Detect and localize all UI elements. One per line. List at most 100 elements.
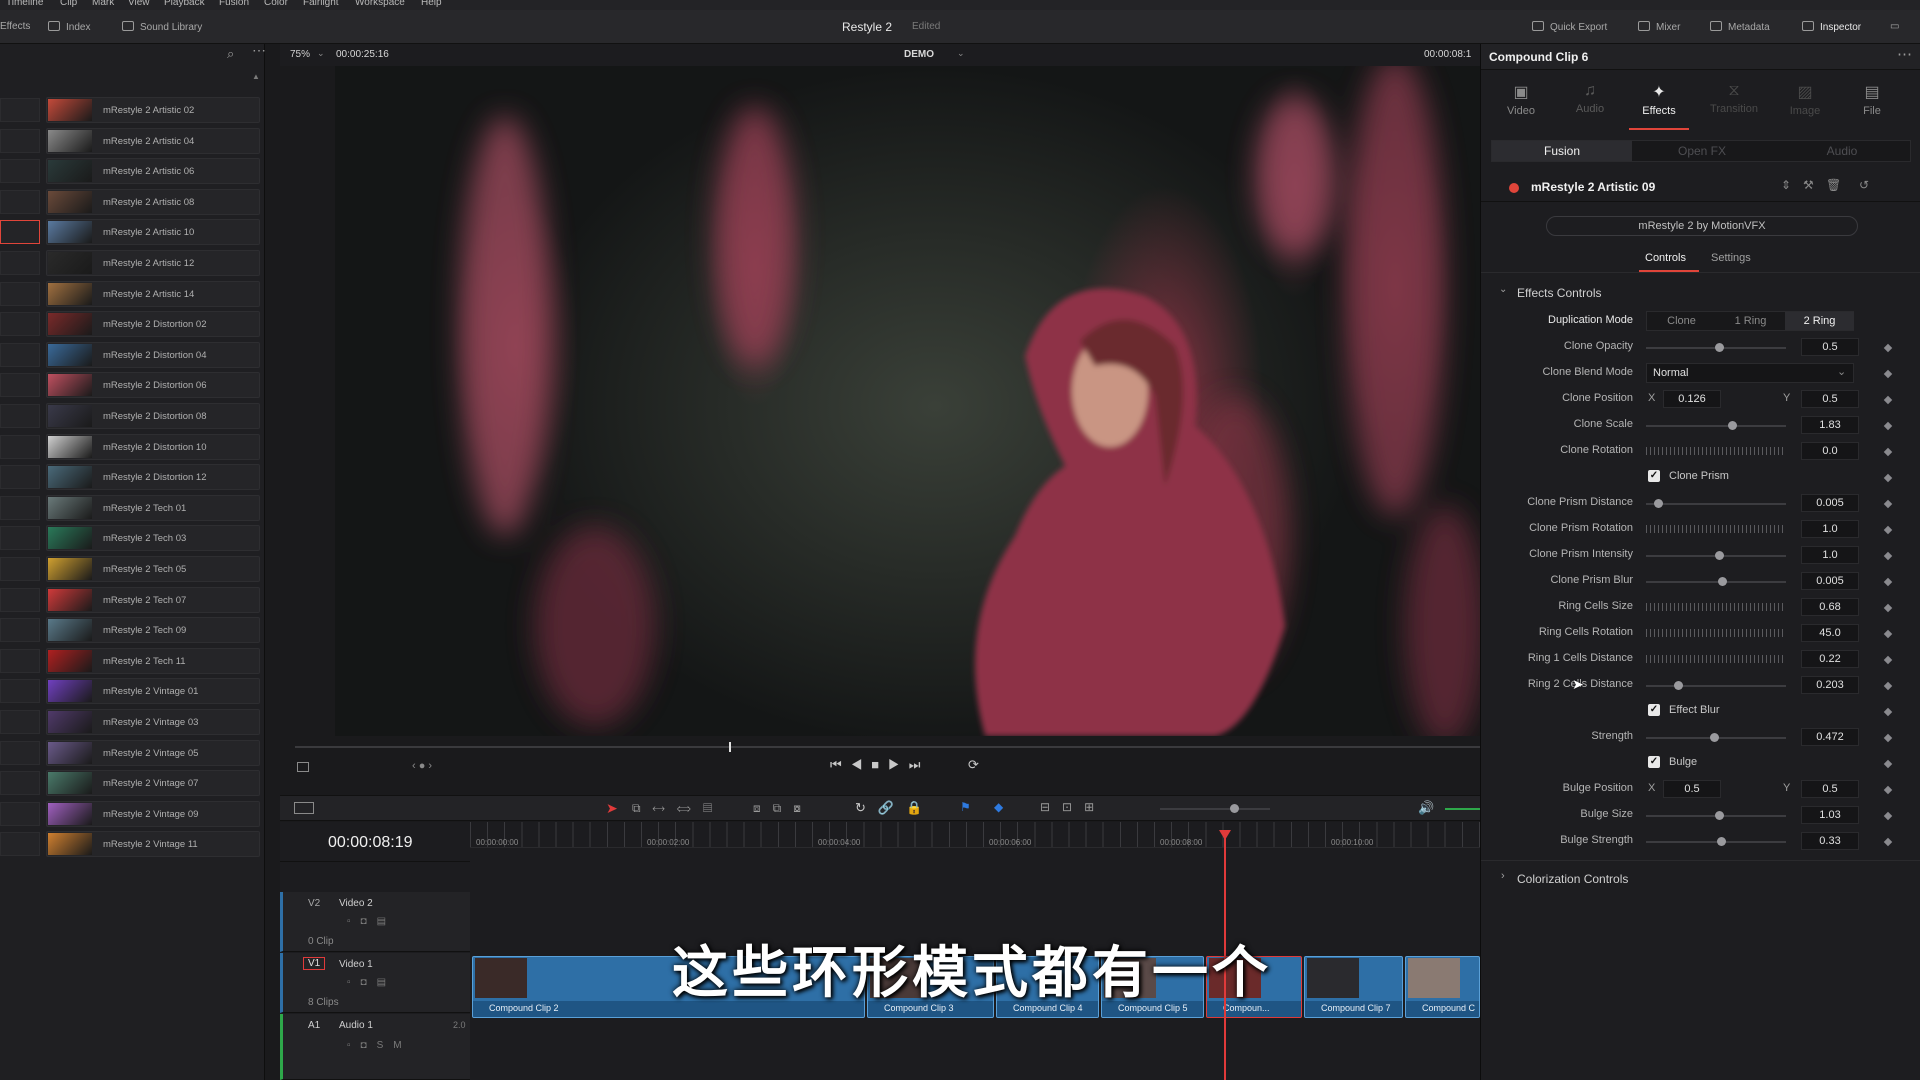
plugin-info-button[interactable]: mRestyle 2 by MotionVFX bbox=[1546, 216, 1858, 236]
effect-list-item[interactable]: mRestyle 2 Artistic 10 bbox=[46, 219, 260, 246]
effect-list-item[interactable]: mRestyle 2 Distortion 06 bbox=[46, 372, 260, 399]
effect-blur-checkbox[interactable]: ✓ bbox=[1648, 704, 1660, 716]
insert-tools-icons[interactable]: ⧈⧉⧇ bbox=[753, 801, 813, 816]
track-controls[interactable]: ▫◘▤ bbox=[347, 916, 396, 927]
keyframe-icon[interactable] bbox=[1883, 655, 1893, 665]
ring1-cells-distance-dial[interactable] bbox=[1646, 655, 1786, 663]
volume-slider[interactable] bbox=[1445, 808, 1480, 810]
effect-row-handle[interactable] bbox=[0, 404, 40, 428]
keyframe-icon[interactable] bbox=[1883, 681, 1893, 691]
track-id[interactable]: V1 bbox=[303, 957, 326, 970]
ring-cells-rotation-dial[interactable] bbox=[1646, 629, 1786, 637]
clip-name-dropdown[interactable]: DEMO bbox=[904, 49, 934, 60]
more-options-icon[interactable]: ⋯ bbox=[252, 42, 266, 59]
bulge-strength-value[interactable]: 0.33 bbox=[1801, 832, 1859, 850]
more-options-icon[interactable]: ⋯ bbox=[1897, 45, 1912, 63]
ring2-cells-distance-slider[interactable] bbox=[1646, 681, 1786, 690]
reset-icon[interactable]: ↺ bbox=[1859, 178, 1869, 192]
bulge-strength-slider[interactable] bbox=[1646, 837, 1786, 846]
menu-help[interactable]: Help bbox=[421, 0, 442, 8]
bulge-size-value[interactable]: 1.03 bbox=[1801, 806, 1859, 824]
tab-settings[interactable]: Settings bbox=[1711, 252, 1751, 264]
scrub-playhead[interactable] bbox=[729, 742, 731, 752]
collapse-icon[interactable]: ▲ bbox=[252, 72, 260, 81]
section-colorization-controls[interactable]: Colorization Controls bbox=[1517, 872, 1628, 886]
clone-prism-blur-slider[interactable] bbox=[1646, 577, 1786, 586]
tab-controls[interactable]: Controls bbox=[1645, 252, 1686, 264]
clone-rotation-value[interactable]: 0.0 bbox=[1801, 442, 1859, 460]
clone-prism-intensity-slider[interactable] bbox=[1646, 551, 1786, 560]
keyframe-icon[interactable] bbox=[1883, 343, 1893, 353]
effect-list-item[interactable]: mRestyle 2 Distortion 04 bbox=[46, 341, 260, 368]
ring2-cells-distance-value[interactable]: 0.203 bbox=[1801, 676, 1859, 694]
menu-color[interactable]: Color bbox=[264, 0, 288, 8]
select-tool-icon[interactable]: ➤ bbox=[606, 800, 618, 817]
inspector-button[interactable]: Inspector bbox=[1802, 21, 1861, 33]
clone-scale-slider[interactable] bbox=[1646, 421, 1786, 430]
keyframe-icon[interactable] bbox=[1883, 733, 1893, 743]
keyframe-icon[interactable] bbox=[1883, 525, 1893, 535]
ring1-cells-distance-value[interactable]: 0.22 bbox=[1801, 650, 1859, 668]
tab-file[interactable]: ▤ File bbox=[1846, 82, 1898, 117]
ring-cells-rotation-value[interactable]: 45.0 bbox=[1801, 624, 1859, 642]
effect-row-handle[interactable] bbox=[0, 557, 40, 581]
bulge-position-x[interactable]: 0.5 bbox=[1663, 780, 1721, 798]
video-viewer[interactable] bbox=[335, 66, 1480, 736]
sound-library-tab[interactable]: Sound Library bbox=[122, 21, 202, 33]
effect-row-handle[interactable] bbox=[0, 710, 40, 734]
effect-list-item[interactable]: mRestyle 2 Artistic 06 bbox=[46, 158, 260, 185]
viewer-options-icon[interactable] bbox=[297, 762, 309, 772]
clip-nav-icon[interactable]: ‹ ● › bbox=[412, 760, 432, 772]
effect-list-item[interactable]: mRestyle 2 Tech 01 bbox=[46, 494, 260, 521]
effect-row-handle[interactable] bbox=[0, 771, 40, 796]
tab-video[interactable]: ▣ Video bbox=[1495, 82, 1547, 117]
keyframe-icon[interactable] bbox=[1883, 473, 1893, 483]
effect-list-item[interactable]: mRestyle 2 Tech 07 bbox=[46, 586, 260, 613]
clone-prism-intensity-value[interactable]: 1.0 bbox=[1801, 546, 1859, 564]
transport-controls[interactable]: ⏮◀■▶⏭ bbox=[830, 757, 929, 773]
effects-tab[interactable]: Effects bbox=[0, 21, 30, 32]
effect-list-item[interactable]: mRestyle 2 Vintage 03 bbox=[46, 709, 260, 735]
tab-transition[interactable]: ⧖ Transition bbox=[1703, 82, 1765, 115]
effect-list-item[interactable]: mRestyle 2 Distortion 08 bbox=[46, 403, 260, 429]
bulge-size-slider[interactable] bbox=[1646, 811, 1786, 820]
timeline-ruler[interactable]: 00:00:00:00 00:00:02:00 00:00:04:00 00:0… bbox=[470, 822, 1480, 848]
keyframe-icon[interactable] bbox=[1883, 551, 1893, 561]
effect-list-item[interactable]: mRestyle 2 Artistic 08 bbox=[46, 188, 260, 215]
effect-list-item[interactable]: mRestyle 2 Vintage 11 bbox=[46, 831, 260, 858]
effect-list-item[interactable]: mRestyle 2 Vintage 07 bbox=[46, 770, 260, 797]
tab-audio[interactable]: ♫ Audio bbox=[1564, 82, 1616, 115]
menu-playback[interactable]: Playback bbox=[164, 0, 205, 8]
viewer-scrub-bar[interactable] bbox=[295, 742, 1480, 752]
mixer-button[interactable]: Mixer bbox=[1638, 21, 1680, 33]
clone-blend-mode-select[interactable]: Normal ⌄ bbox=[1646, 363, 1854, 383]
track-header-v1[interactable]: V1 Video 1 ▫◘▤ 8 Clips bbox=[280, 953, 470, 1013]
layout-icon[interactable] bbox=[294, 802, 314, 814]
track-controls[interactable]: ▫◘▤ bbox=[347, 977, 396, 988]
chevron-down-icon[interactable]: ⌄ bbox=[1499, 284, 1507, 295]
menu-clip[interactable]: Clip bbox=[60, 0, 77, 8]
keyframe-icon[interactable] bbox=[1883, 577, 1893, 587]
clone-position-x[interactable]: 0.126 bbox=[1663, 390, 1721, 408]
effect-list-item[interactable]: mRestyle 2 Tech 09 bbox=[46, 617, 260, 644]
metadata-button[interactable]: Metadata bbox=[1710, 21, 1770, 33]
timeline-clip[interactable]: Compound Clip 7 bbox=[1304, 956, 1403, 1018]
effect-list-item[interactable]: mRestyle 2 Vintage 09 bbox=[46, 800, 260, 827]
clone-prism-checkbox[interactable]: ✓ bbox=[1648, 470, 1660, 482]
edit-tools-icons[interactable]: ⧉⟷⟺▤ bbox=[632, 801, 724, 816]
timeline-clip[interactable]: Compound C bbox=[1405, 956, 1480, 1018]
chevron-right-icon[interactable]: › bbox=[1501, 870, 1505, 882]
track-header-a1[interactable]: A1 Audio 1 2.0 ▫◘SM bbox=[280, 1014, 470, 1080]
effect-row-handle[interactable] bbox=[0, 128, 40, 153]
menu-timeline[interactable]: Timeline bbox=[6, 0, 43, 8]
clone-rotation-dial[interactable] bbox=[1646, 447, 1786, 455]
effect-row-handle[interactable] bbox=[0, 465, 40, 490]
effect-row-handle[interactable] bbox=[0, 434, 40, 459]
tab-effects[interactable]: ✦ Effects bbox=[1629, 82, 1689, 130]
option-1-ring[interactable]: 1 Ring bbox=[1716, 312, 1785, 330]
section-effects-controls[interactable]: Effects Controls bbox=[1517, 286, 1601, 300]
effect-row-handle[interactable] bbox=[0, 587, 40, 612]
keyframe-icon[interactable] bbox=[1883, 499, 1893, 509]
zoom-dropdown[interactable]: 75% bbox=[290, 49, 310, 60]
strength-value[interactable]: 0.472 bbox=[1801, 728, 1859, 746]
